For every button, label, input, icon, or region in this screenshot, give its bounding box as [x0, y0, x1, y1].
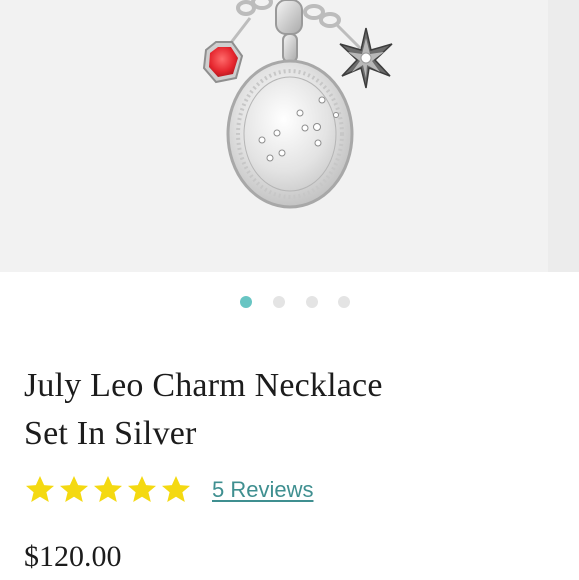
red-gem-charm — [202, 17, 252, 84]
product-title-line1: July Leo Charm Necklace — [24, 367, 383, 404]
star-rating — [24, 474, 192, 510]
carousel-dot-3[interactable] — [306, 296, 318, 308]
product-image-area[interactable] — [0, 0, 579, 272]
product-image-panel[interactable] — [0, 0, 548, 272]
product-title: July Leo Charm Necklace Set In Silver — [24, 362, 554, 458]
coin-pendant — [226, 59, 354, 209]
necklace-image — [202, 0, 393, 209]
star-icon — [94, 476, 122, 502]
star-icon — [26, 476, 54, 502]
star-icon — [60, 476, 88, 502]
carousel-dot-2[interactable] — [273, 296, 285, 308]
carousel-dot-4[interactable] — [338, 296, 350, 308]
rating-row: 5 Reviews — [24, 474, 384, 510]
carousel-dot-1[interactable] — [240, 296, 252, 308]
star-charm — [334, 22, 393, 89]
carousel-dots — [0, 294, 579, 310]
product-price: $120.00 — [24, 540, 122, 573]
product-title-line2: Set In Silver — [24, 415, 197, 452]
star-icon — [162, 476, 190, 502]
next-image-peek[interactable] — [548, 0, 579, 272]
star-icon — [128, 476, 156, 502]
reviews-link[interactable]: 5 Reviews — [212, 477, 313, 503]
product-page: July Leo Charm Necklace Set In Silver 5 … — [0, 0, 579, 580]
